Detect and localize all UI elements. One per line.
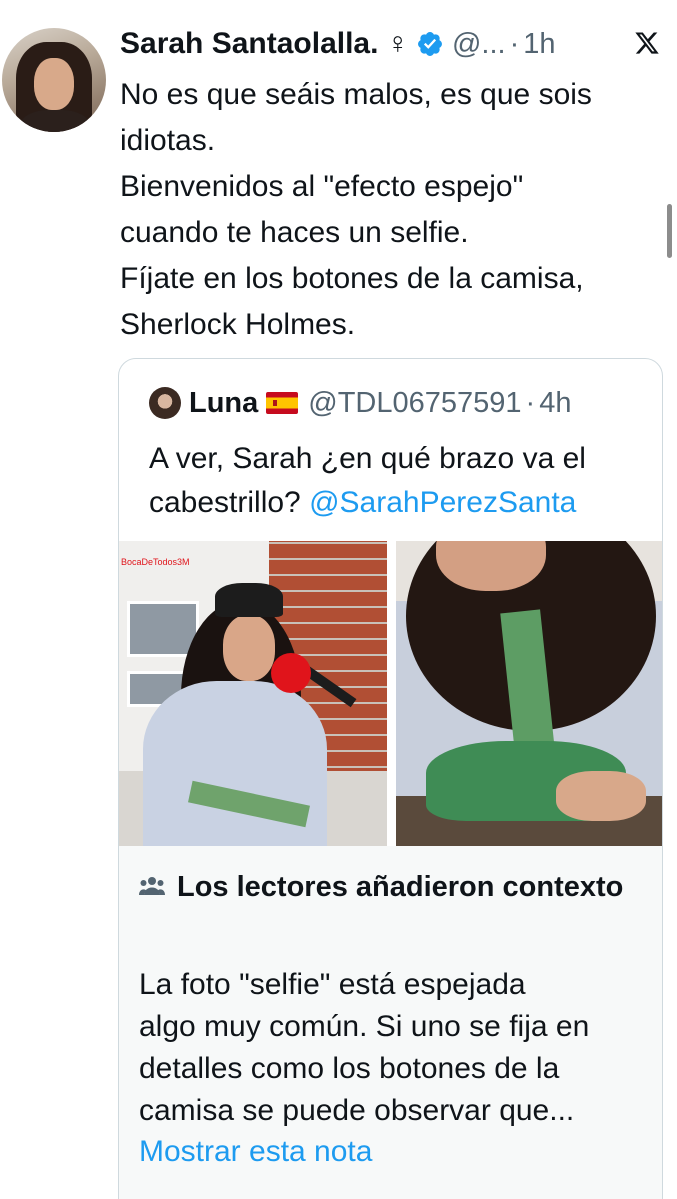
author-handle[interactable]: @... (452, 28, 506, 61)
quoted-text-line: cabestrillo? @SarahPerezSanta (149, 481, 649, 525)
tweet-text-line: Bienvenidos al "efecto espejo" (120, 170, 524, 203)
tweet-text: No es que seáis malos, es que sois idiot… (120, 72, 660, 348)
author-avatar[interactable] (2, 28, 106, 132)
photo-watermark: BocaDeTodos3M (121, 557, 190, 567)
community-note-header: Los lectores añadieron contexto (139, 866, 637, 908)
microphone (271, 653, 311, 693)
note-body-line: La foto "selfie" está espejada (139, 968, 526, 1001)
separator-dot: · (509, 27, 520, 60)
quoted-text-fragment: cabestrillo? (149, 486, 301, 519)
mention-link[interactable]: @SarahPerezSanta (309, 486, 576, 519)
separator-dot: · (525, 386, 536, 419)
community-note: Los lectores añadieron contexto La foto … (119, 846, 662, 1199)
note-body-line: detalles como los botones de la (139, 1052, 560, 1085)
quoted-author-avatar[interactable] (149, 387, 181, 419)
quoted-tweet-header: Luna @TDL06757591 · 4h (149, 383, 571, 423)
tweet-header: Sarah Santaolalla. ♀ @... · 1h (120, 22, 670, 66)
tweet-page: Sarah Santaolalla. ♀ @... · 1h No es que… (0, 0, 677, 1199)
quoted-tweet-text: A ver, Sarah ¿en qué brazo va el cabestr… (149, 437, 649, 525)
x-logo-icon[interactable] (634, 30, 660, 56)
people-icon (139, 877, 165, 895)
author-name[interactable]: Sarah Santaolalla. (120, 27, 378, 61)
photo-selfie[interactable] (396, 541, 662, 846)
community-note-body: La foto "selfie" está espejada algo muy … (139, 964, 649, 1132)
community-note-title: Los lectores añadieron contexto (177, 871, 624, 903)
female-sign-emoji: ♀ (386, 27, 409, 60)
show-note-link[interactable]: Mostrar esta nota (139, 1132, 372, 1172)
tweet-text-line: No es que seáis malos, es que sois (120, 78, 592, 111)
tweet-text-line: cuando te haces un selfie. (120, 216, 469, 249)
note-body-line: algo muy común. Si uno se fija en (139, 1010, 590, 1043)
tweet-text-line: Fíjate en los botones de la camisa, (120, 262, 584, 295)
photo-interview[interactable]: BocaDeTodos3M (119, 541, 387, 846)
quoted-tweet-card[interactable]: Luna @TDL06757591 · 4h A ver, Sarah ¿en … (118, 358, 663, 1199)
scrollbar[interactable] (667, 204, 672, 258)
spain-flag-icon (266, 392, 299, 414)
note-body-line: camisa se puede observar que... (139, 1094, 575, 1127)
tweet-time[interactable]: 1h (523, 28, 555, 61)
tweet-text-line: Sherlock Holmes. (120, 308, 356, 341)
quoted-author-handle[interactable]: @TDL06757591 (308, 387, 521, 420)
quoted-tweet-time[interactable]: 4h (539, 387, 571, 420)
quoted-author-name[interactable]: Luna (189, 387, 258, 420)
verified-badge-icon (417, 32, 442, 56)
quoted-text-line: A ver, Sarah ¿en qué brazo va el (149, 442, 586, 475)
tweet-text-line: idiotas. (120, 124, 216, 157)
